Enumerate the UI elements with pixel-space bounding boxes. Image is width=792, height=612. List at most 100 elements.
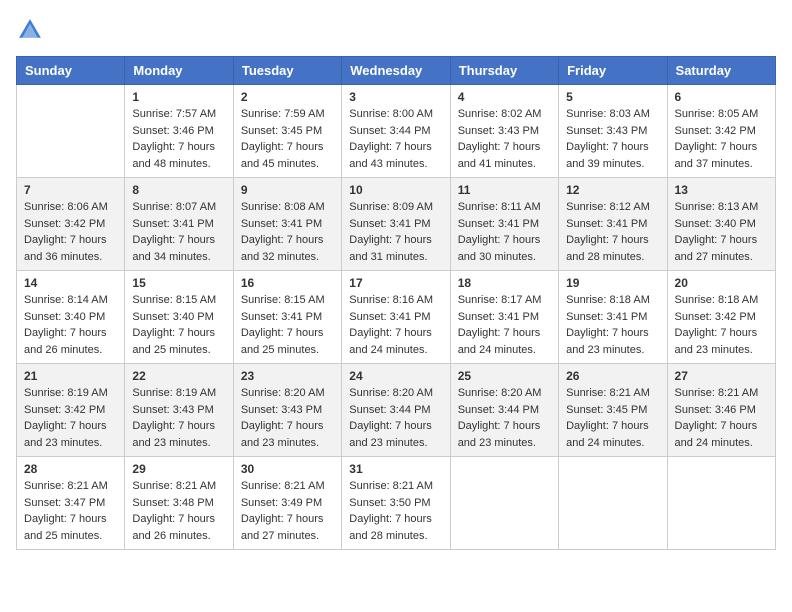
logo-icon <box>16 16 44 44</box>
day-info: Sunrise: 8:07 AM Sunset: 3:41 PM Dayligh… <box>132 199 225 265</box>
calendar-cell: 22 Sunrise: 8:19 AM Sunset: 3:43 PM Dayli… <box>125 364 233 457</box>
day-info: Sunrise: 7:59 AM Sunset: 3:45 PM Dayligh… <box>241 106 334 172</box>
day-info: Sunrise: 8:21 AM Sunset: 3:47 PM Dayligh… <box>24 478 117 544</box>
calendar-cell: 13 Sunrise: 8:13 AM Sunset: 3:40 PM Dayli… <box>667 178 775 271</box>
day-info: Sunrise: 8:19 AM Sunset: 3:42 PM Dayligh… <box>24 385 117 451</box>
calendar-cell: 17 Sunrise: 8:16 AM Sunset: 3:41 PM Dayli… <box>342 271 450 364</box>
day-header-sunday: Sunday <box>17 57 125 85</box>
day-info: Sunrise: 8:21 AM Sunset: 3:45 PM Dayligh… <box>566 385 659 451</box>
day-number: 25 <box>458 369 551 383</box>
day-header-friday: Friday <box>559 57 667 85</box>
day-info: Sunrise: 8:19 AM Sunset: 3:43 PM Dayligh… <box>132 385 225 451</box>
calendar-cell: 11 Sunrise: 8:11 AM Sunset: 3:41 PM Dayli… <box>450 178 558 271</box>
day-info: Sunrise: 8:02 AM Sunset: 3:43 PM Dayligh… <box>458 106 551 172</box>
day-info: Sunrise: 8:11 AM Sunset: 3:41 PM Dayligh… <box>458 199 551 265</box>
calendar-cell <box>17 85 125 178</box>
day-info: Sunrise: 8:17 AM Sunset: 3:41 PM Dayligh… <box>458 292 551 358</box>
calendar-cell: 25 Sunrise: 8:20 AM Sunset: 3:44 PM Dayli… <box>450 364 558 457</box>
day-number: 27 <box>675 369 768 383</box>
day-number: 3 <box>349 90 442 104</box>
calendar-cell: 19 Sunrise: 8:18 AM Sunset: 3:41 PM Dayli… <box>559 271 667 364</box>
calendar-cell: 8 Sunrise: 8:07 AM Sunset: 3:41 PM Daylig… <box>125 178 233 271</box>
day-number: 18 <box>458 276 551 290</box>
calendar-cell: 9Sunrise: 8:08 AM Sunset: 3:41 PM Daylig… <box>233 178 341 271</box>
calendar-cell: 29 Sunrise: 8:21 AM Sunset: 3:48 PM Dayli… <box>125 457 233 550</box>
calendar-cell: 20Sunrise: 8:18 AM Sunset: 3:42 PM Dayli… <box>667 271 775 364</box>
calendar-cell: 7Sunrise: 8:06 AM Sunset: 3:42 PM Daylig… <box>17 178 125 271</box>
calendar-cell: 10 Sunrise: 8:09 AM Sunset: 3:41 PM Dayli… <box>342 178 450 271</box>
day-header-wednesday: Wednesday <box>342 57 450 85</box>
day-info: Sunrise: 8:06 AM Sunset: 3:42 PM Dayligh… <box>24 199 117 265</box>
calendar-cell: 3 Sunrise: 8:00 AM Sunset: 3:44 PM Daylig… <box>342 85 450 178</box>
day-number: 31 <box>349 462 442 476</box>
day-info: Sunrise: 8:20 AM Sunset: 3:44 PM Dayligh… <box>349 385 442 451</box>
day-info: Sunrise: 7:57 AM Sunset: 3:46 PM Dayligh… <box>132 106 225 172</box>
day-number: 16 <box>241 276 334 290</box>
day-info: Sunrise: 8:18 AM Sunset: 3:42 PM Dayligh… <box>675 292 768 358</box>
day-number: 1 <box>132 90 225 104</box>
day-header-tuesday: Tuesday <box>233 57 341 85</box>
calendar-cell <box>450 457 558 550</box>
day-info: Sunrise: 8:15 AM Sunset: 3:40 PM Dayligh… <box>132 292 225 358</box>
day-info: Sunrise: 8:21 AM Sunset: 3:46 PM Dayligh… <box>675 385 768 451</box>
day-info: Sunrise: 8:18 AM Sunset: 3:41 PM Dayligh… <box>566 292 659 358</box>
calendar-cell: 12 Sunrise: 8:12 AM Sunset: 3:41 PM Dayli… <box>559 178 667 271</box>
calendar-cell: 16Sunrise: 8:15 AM Sunset: 3:41 PM Dayli… <box>233 271 341 364</box>
day-number: 14 <box>24 276 117 290</box>
day-info: Sunrise: 8:05 AM Sunset: 3:42 PM Dayligh… <box>675 106 768 172</box>
day-number: 21 <box>24 369 117 383</box>
calendar-cell: 5 Sunrise: 8:03 AM Sunset: 3:43 PM Daylig… <box>559 85 667 178</box>
day-number: 17 <box>349 276 442 290</box>
day-number: 12 <box>566 183 659 197</box>
calendar-cell: 6 Sunrise: 8:05 AM Sunset: 3:42 PM Daylig… <box>667 85 775 178</box>
day-number: 10 <box>349 183 442 197</box>
day-header-saturday: Saturday <box>667 57 775 85</box>
day-header-thursday: Thursday <box>450 57 558 85</box>
day-number: 19 <box>566 276 659 290</box>
calendar-cell: 2 Sunrise: 7:59 AM Sunset: 3:45 PM Daylig… <box>233 85 341 178</box>
calendar-cell: 14Sunrise: 8:14 AM Sunset: 3:40 PM Dayli… <box>17 271 125 364</box>
day-number: 13 <box>675 183 768 197</box>
day-number: 6 <box>675 90 768 104</box>
logo <box>16 16 46 44</box>
calendar-cell <box>559 457 667 550</box>
day-number: 9 <box>241 183 334 197</box>
day-info: Sunrise: 8:16 AM Sunset: 3:41 PM Dayligh… <box>349 292 442 358</box>
calendar-cell: 18 Sunrise: 8:17 AM Sunset: 3:41 PM Dayli… <box>450 271 558 364</box>
calendar-cell: 1 Sunrise: 7:57 AM Sunset: 3:46 PM Daylig… <box>125 85 233 178</box>
day-info: Sunrise: 8:21 AM Sunset: 3:49 PM Dayligh… <box>241 478 334 544</box>
day-info: Sunrise: 8:20 AM Sunset: 3:43 PM Dayligh… <box>241 385 334 451</box>
day-number: 5 <box>566 90 659 104</box>
calendar-cell: 23 Sunrise: 8:20 AM Sunset: 3:43 PM Dayli… <box>233 364 341 457</box>
calendar-cell: 27 Sunrise: 8:21 AM Sunset: 3:46 PM Dayli… <box>667 364 775 457</box>
day-number: 2 <box>241 90 334 104</box>
day-header-monday: Monday <box>125 57 233 85</box>
day-number: 22 <box>132 369 225 383</box>
day-number: 30 <box>241 462 334 476</box>
day-number: 26 <box>566 369 659 383</box>
calendar-cell <box>667 457 775 550</box>
calendar-cell: 30 Sunrise: 8:21 AM Sunset: 3:49 PM Dayli… <box>233 457 341 550</box>
day-number: 24 <box>349 369 442 383</box>
day-info: Sunrise: 8:13 AM Sunset: 3:40 PM Dayligh… <box>675 199 768 265</box>
day-info: Sunrise: 8:09 AM Sunset: 3:41 PM Dayligh… <box>349 199 442 265</box>
calendar-cell: 21 Sunrise: 8:19 AM Sunset: 3:42 PM Dayli… <box>17 364 125 457</box>
day-info: Sunrise: 8:00 AM Sunset: 3:44 PM Dayligh… <box>349 106 442 172</box>
calendar-cell: 28 Sunrise: 8:21 AM Sunset: 3:47 PM Dayli… <box>17 457 125 550</box>
day-number: 28 <box>24 462 117 476</box>
day-number: 23 <box>241 369 334 383</box>
day-info: Sunrise: 8:20 AM Sunset: 3:44 PM Dayligh… <box>458 385 551 451</box>
day-info: Sunrise: 8:03 AM Sunset: 3:43 PM Dayligh… <box>566 106 659 172</box>
day-number: 29 <box>132 462 225 476</box>
calendar-cell: 24 Sunrise: 8:20 AM Sunset: 3:44 PM Dayli… <box>342 364 450 457</box>
day-number: 11 <box>458 183 551 197</box>
day-number: 4 <box>458 90 551 104</box>
calendar-cell: 15 Sunrise: 8:15 AM Sunset: 3:40 PM Dayli… <box>125 271 233 364</box>
calendar-cell: 4 Sunrise: 8:02 AM Sunset: 3:43 PM Daylig… <box>450 85 558 178</box>
day-info: Sunrise: 8:12 AM Sunset: 3:41 PM Dayligh… <box>566 199 659 265</box>
day-number: 8 <box>132 183 225 197</box>
day-number: 15 <box>132 276 225 290</box>
day-info: Sunrise: 8:21 AM Sunset: 3:50 PM Dayligh… <box>349 478 442 544</box>
day-info: Sunrise: 8:21 AM Sunset: 3:48 PM Dayligh… <box>132 478 225 544</box>
page-header <box>16 16 776 44</box>
